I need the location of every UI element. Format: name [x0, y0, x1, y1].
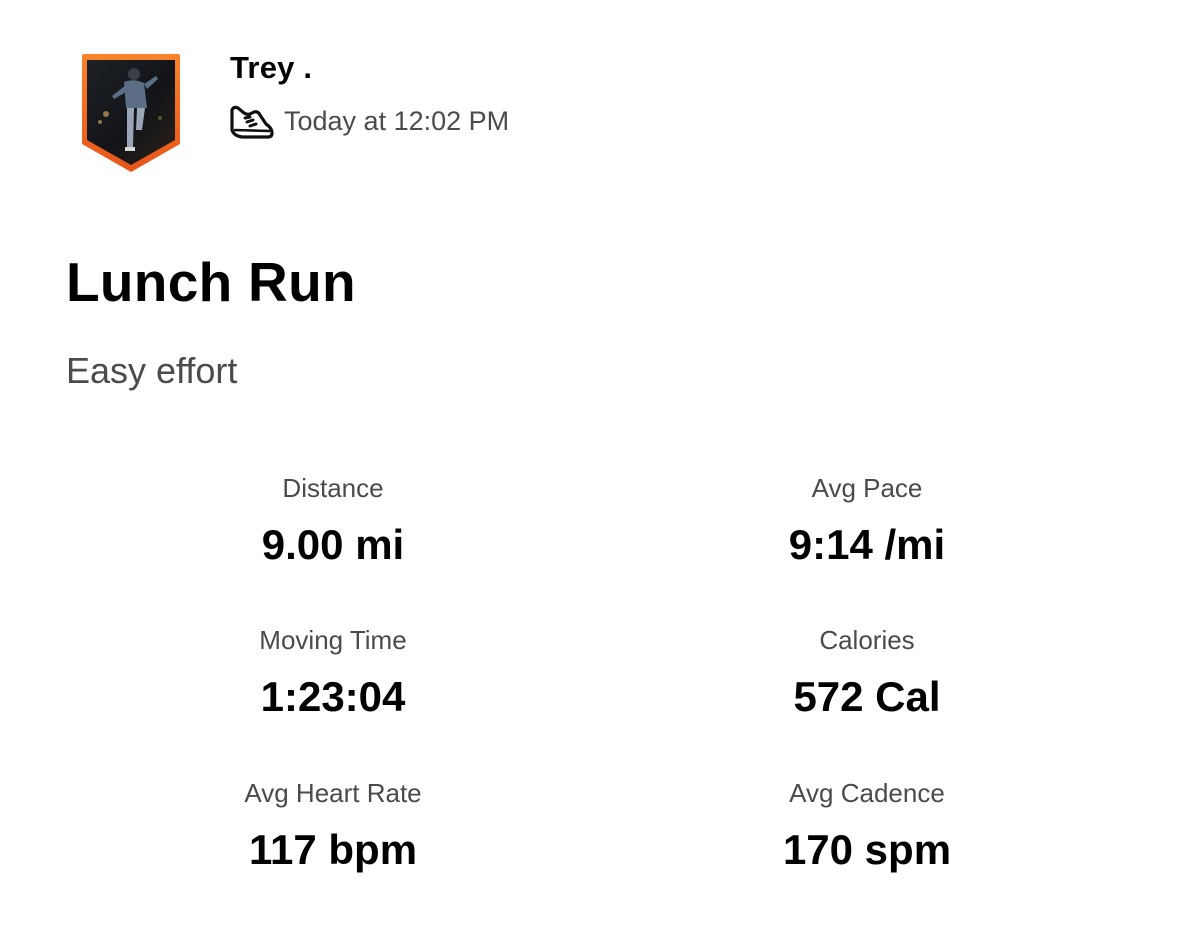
activity-description: Easy effort [66, 350, 238, 391]
stat-moving-time: Moving Time 1:23:04 [66, 614, 600, 728]
stat-value: 9.00 mi [261, 521, 405, 568]
stat-avg-heart-rate: Avg Heart Rate 117 bpm [66, 767, 600, 881]
athlete-avatar[interactable] [76, 52, 186, 174]
stat-value: 9:14 /mi [788, 521, 946, 568]
activity-header: Trey . Today at 12:02 PM [0, 0, 1200, 200]
avatar-badge-icon [82, 54, 180, 172]
stat-label: Avg Cadence [789, 778, 945, 808]
stat-label: Moving Time [259, 625, 407, 655]
running-shoe-icon [228, 100, 274, 142]
stat-value: 572 Cal [793, 673, 941, 720]
stat-avg-cadence: Avg Cadence 170 spm [600, 767, 1134, 881]
stat-label: Avg Pace [811, 473, 923, 503]
stat-value: 117 bpm [248, 826, 418, 873]
stat-value: 170 spm [782, 826, 952, 873]
stat-label: Calories [819, 625, 915, 655]
athlete-name[interactable]: Trey . [230, 50, 312, 86]
stat-distance: Distance 9.00 mi [66, 462, 600, 576]
stat-label: Distance [282, 473, 384, 503]
stat-label: Avg Heart Rate [244, 778, 422, 808]
stat-calories: Calories 572 Cal [600, 614, 1134, 728]
activity-title[interactable]: Lunch Run [66, 250, 356, 314]
activity-meta: Today at 12:02 PM [228, 98, 509, 144]
stat-value: 1:23:04 [260, 673, 406, 720]
activity-timestamp: Today at 12:02 PM [284, 105, 510, 136]
stat-avg-pace: Avg Pace 9:14 /mi [600, 462, 1134, 576]
